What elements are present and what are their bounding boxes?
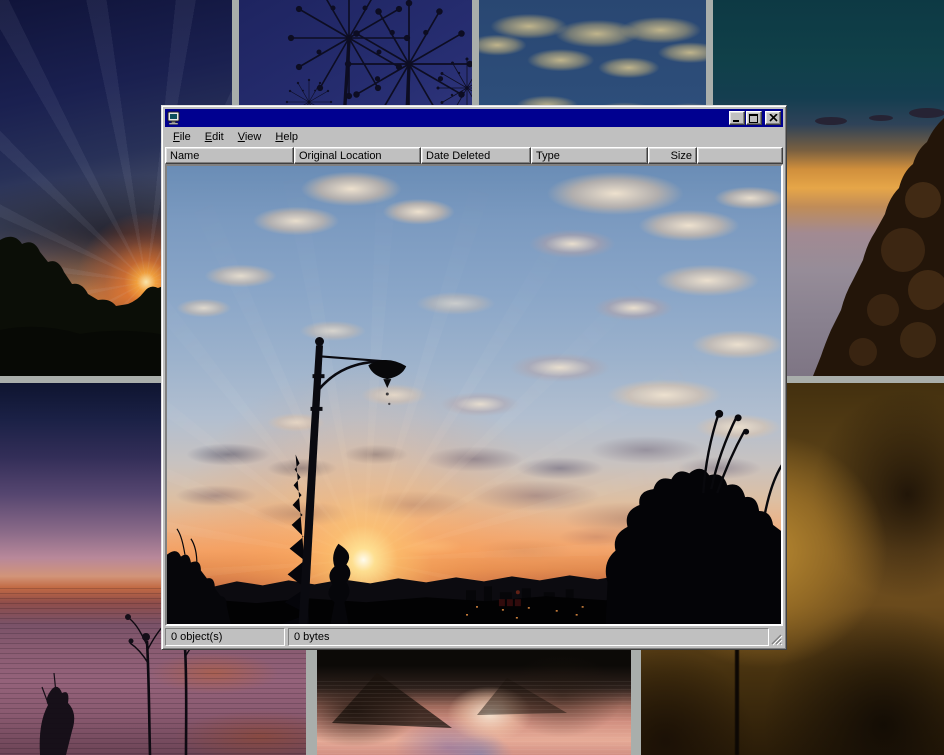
computer-icon[interactable] bbox=[167, 111, 181, 125]
menu-file[interactable]: File bbox=[166, 129, 198, 146]
file-list-viewport[interactable] bbox=[165, 164, 783, 626]
column-header-original-location[interactable]: Original Location bbox=[294, 147, 421, 164]
resize-grip[interactable] bbox=[769, 628, 783, 646]
silhouette-layer bbox=[167, 166, 781, 624]
status-objects: 0 object(s) bbox=[165, 628, 285, 646]
street-lamp-sunset-photo bbox=[167, 166, 781, 624]
desktop-photo-wall: File Edit View Help Name Original Locati… bbox=[0, 0, 944, 755]
close-button[interactable] bbox=[765, 111, 781, 125]
status-bytes: 0 bytes bbox=[288, 628, 769, 646]
column-header-date-deleted[interactable]: Date Deleted bbox=[421, 147, 531, 164]
blurred-pole-silhouette bbox=[735, 645, 739, 755]
menu-bar: File Edit View Help bbox=[165, 127, 783, 147]
column-header-row: Name Original Location Date Deleted Type… bbox=[165, 147, 783, 164]
column-header-type[interactable]: Type bbox=[531, 147, 648, 164]
column-header-name[interactable]: Name bbox=[165, 147, 294, 164]
menu-edit[interactable]: Edit bbox=[198, 129, 231, 146]
close-icon bbox=[769, 114, 778, 122]
maximize-button[interactable] bbox=[746, 111, 762, 125]
resize-grip-icon bbox=[770, 633, 783, 646]
title-bar[interactable] bbox=[165, 109, 783, 127]
menu-view[interactable]: View bbox=[231, 129, 269, 146]
minimize-button[interactable] bbox=[729, 111, 745, 125]
menu-help[interactable]: Help bbox=[268, 129, 305, 146]
status-bar: 0 object(s) 0 bytes bbox=[165, 628, 783, 646]
column-header-size[interactable]: Size bbox=[648, 147, 697, 164]
recycle-bin-window: File Edit View Help Name Original Locati… bbox=[161, 105, 787, 650]
maximize-icon bbox=[749, 114, 759, 123]
minimize-icon bbox=[732, 114, 742, 123]
column-header-blank[interactable] bbox=[697, 147, 783, 164]
